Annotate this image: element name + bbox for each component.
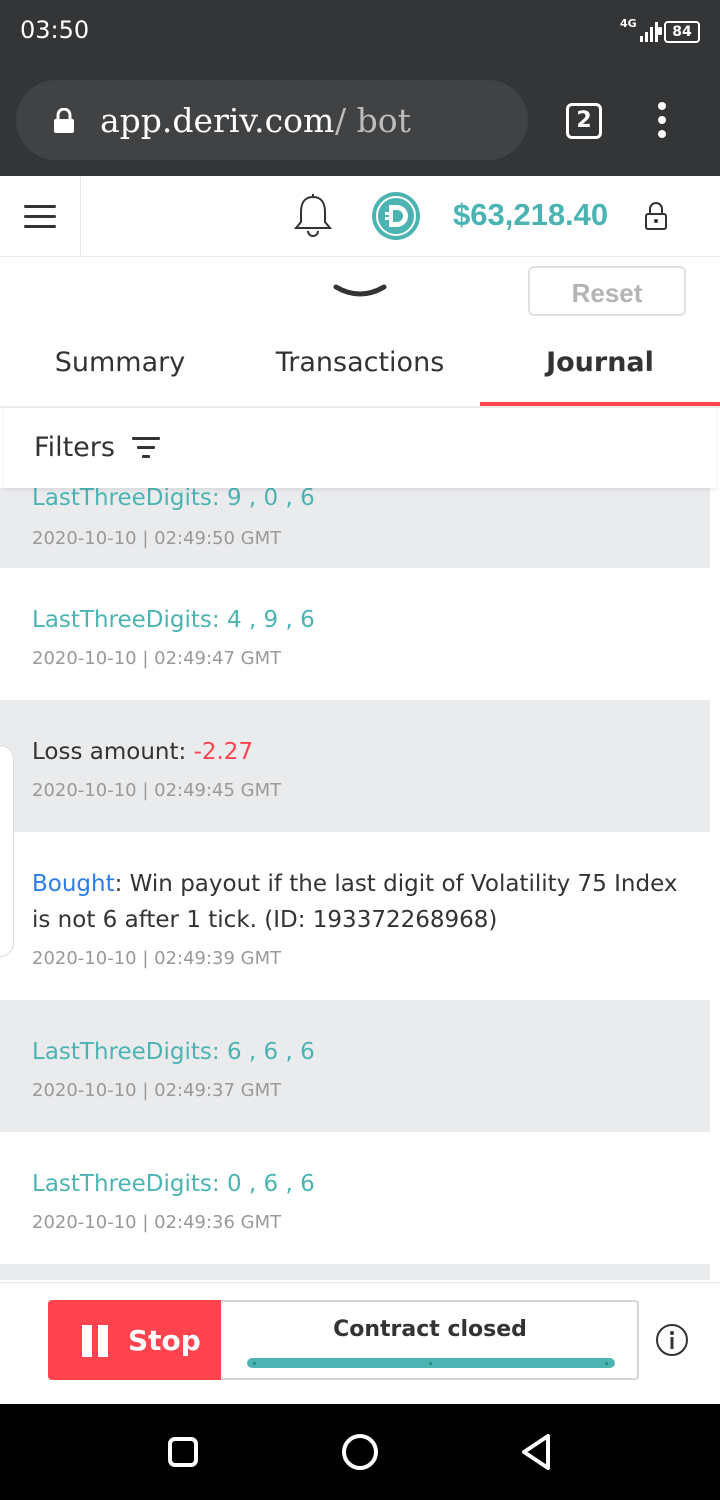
browser-menu-icon[interactable] [650,100,674,140]
stop-label: Stop [128,1324,201,1357]
account-lock-icon [645,202,667,230]
battery-nub [658,27,662,35]
hamburger-menu-icon[interactable] [24,205,56,229]
filters-label[interactable]: Filters [34,432,115,463]
url-path: / bot [335,101,411,140]
journal-entry: LastThreeDigits: 9 , 0 , 6 2020-10-10 | … [0,488,710,568]
status-bar [0,0,720,62]
status-time: 03:50 [20,16,90,44]
progress-step-dot [605,1362,608,1365]
journal-timestamp: 2020-10-10 | 02:49:39 GMT [32,948,282,969]
header-divider [80,176,81,256]
journal-entry: LastThreeDigits: 4 , 9 , 6 2020-10-10 | … [0,568,710,700]
network-type: 4G [620,17,637,30]
notification-bell-icon[interactable] [292,193,334,239]
journal-timestamp: 2020-10-10 | 02:49:36 GMT [32,1212,282,1233]
journal-message: Loss amount: -2.27 [32,739,254,765]
journal-entry: Loss amount: -2.27 2020-10-10 | 02:49:45… [0,700,710,832]
back-icon[interactable] [518,1432,554,1472]
journal-entry [0,1264,710,1280]
app-header [0,176,720,257]
chevron-down-icon[interactable] [332,281,388,303]
journal-entry: LastThreeDigits: 0 , 6 , 6 2020-10-10 | … [0,1132,710,1264]
journal-list[interactable]: LastThreeDigits: 9 , 0 , 6 2020-10-10 | … [0,488,710,1280]
journal-timestamp: 2020-10-10 | 02:49:37 GMT [32,1080,282,1101]
home-icon[interactable] [342,1434,378,1470]
signal-icon [640,22,658,42]
active-tab-indicator [480,402,720,406]
url-domain: app.deriv.com [100,101,335,140]
battery-icon: 84 [664,21,700,43]
journal-entry: Bought: Win payout if the last digit of … [0,832,710,1000]
filter-icon[interactable] [131,436,161,460]
tab-journal[interactable]: Journal [480,347,720,378]
reset-button[interactable]: Reset [528,266,686,316]
tab-transactions[interactable]: Transactions [240,347,480,378]
journal-message: LastThreeDigits: 0 , 6 , 6 [32,1171,315,1197]
tab-switcher-button[interactable]: 2 [566,103,602,139]
journal-timestamp: 2020-10-10 | 02:49:50 GMT [32,528,282,549]
journal-message: LastThreeDigits: 6 , 6 , 6 [32,1039,315,1065]
journal-entry: LastThreeDigits: 6 , 6 , 6 2020-10-10 | … [0,1000,710,1132]
account-balance[interactable]: $63,218.40 [453,197,608,233]
contract-progress-bar [247,1358,615,1368]
journal-timestamp: 2020-10-10 | 02:49:47 GMT [32,648,282,669]
progress-step-dot [253,1362,256,1365]
journal-message: LastThreeDigits: 4 , 9 , 6 [32,607,315,633]
recent-apps-icon[interactable] [168,1437,198,1467]
progress-step-dot [429,1362,432,1365]
pause-icon [82,1325,108,1357]
side-drawer-handle[interactable] [0,745,14,957]
journal-message: LastThreeDigits: 9 , 0 , 6 [32,488,315,511]
contract-status-text: Contract closed [333,1317,527,1342]
journal-timestamp: 2020-10-10 | 02:49:45 GMT [32,780,282,801]
tab-summary[interactable]: Summary [0,347,240,378]
currency-dollar-icon[interactable] [372,192,420,240]
journal-message: Bought: Win payout if the last digit of … [32,871,678,933]
lock-icon [54,108,74,133]
info-icon[interactable] [655,1323,689,1357]
